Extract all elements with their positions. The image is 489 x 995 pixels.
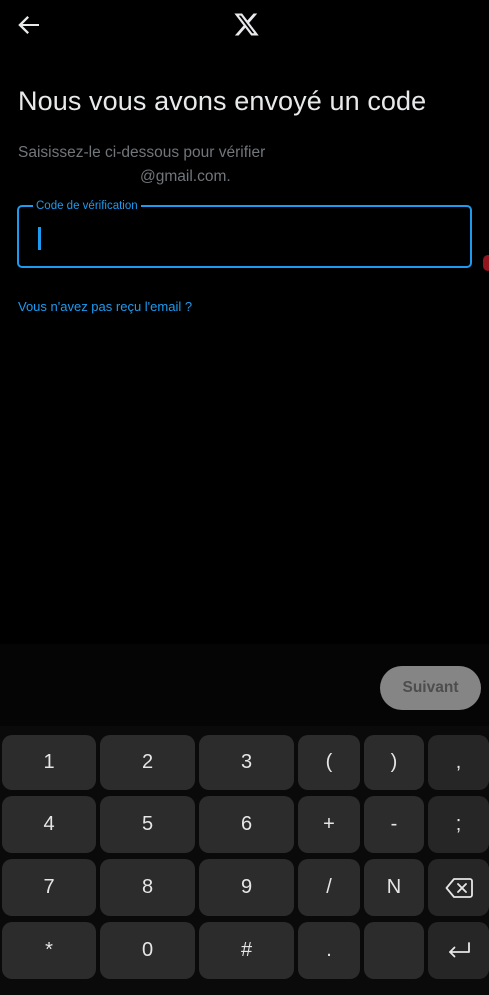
key-label: ): [390, 751, 398, 773]
key-close-paren[interactable]: ): [364, 735, 424, 790]
verification-code-field[interactable]: Code de vérification: [17, 199, 472, 268]
key-1[interactable]: 1: [2, 735, 96, 790]
key-7[interactable]: 7: [2, 859, 96, 916]
key-n[interactable]: N: [364, 859, 424, 916]
page-title: Nous vous avons envoyé un code: [18, 86, 427, 116]
email-address: @gmail.com.: [140, 168, 231, 185]
key-comma[interactable]: ,: [428, 735, 489, 790]
key-label: N: [386, 876, 402, 898]
instruction-text: Saisissez-le ci-dessous pour vérifier @g…: [18, 141, 458, 189]
key-label: /: [326, 876, 332, 898]
key-label: 3: [240, 751, 253, 773]
key-3[interactable]: 3: [199, 735, 294, 790]
key-8[interactable]: 8: [100, 859, 195, 916]
key-2[interactable]: 2: [100, 735, 195, 790]
x-logo-icon: [233, 11, 260, 38]
key-label: 9: [240, 876, 253, 898]
key-period[interactable]: .: [298, 922, 360, 979]
key-0[interactable]: 0: [100, 922, 195, 979]
enter-icon: [448, 941, 470, 957]
key-4[interactable]: 4: [2, 796, 96, 853]
key-label: *: [45, 939, 53, 961]
key-label: -: [390, 813, 398, 835]
key-label: .: [326, 939, 332, 961]
key-label: +: [323, 813, 335, 835]
key-label: ;: [455, 813, 462, 835]
key-label: 4: [43, 813, 55, 835]
key-6[interactable]: 6: [199, 796, 294, 853]
key-label: 1: [43, 751, 55, 773]
key-minus[interactable]: -: [364, 796, 424, 853]
resend-email-link[interactable]: Vous n'avez pas reçu l'email ?: [18, 299, 192, 314]
key-semicolon[interactable]: ;: [428, 796, 489, 853]
key-hash[interactable]: #: [199, 922, 294, 979]
instruction-line: Saisissez-le ci-dessous pour vérifier: [18, 144, 266, 161]
next-button[interactable]: Suivant: [380, 666, 481, 710]
key-asterisk[interactable]: *: [2, 922, 96, 979]
key-label: 8: [141, 876, 154, 898]
key-label: 0: [141, 939, 154, 961]
key-label: 7: [43, 876, 55, 898]
key-label: (: [325, 751, 333, 773]
key-label: 5: [141, 813, 154, 835]
key-label: #: [240, 939, 253, 961]
backspace-key[interactable]: [428, 859, 489, 916]
arrow-left-icon: [18, 16, 39, 34]
key-label: 2: [141, 751, 154, 773]
key-label: ,: [455, 751, 462, 773]
key-9[interactable]: 9: [199, 859, 294, 916]
edge-indicator: [483, 255, 489, 271]
back-button[interactable]: [14, 10, 44, 40]
key-slash[interactable]: /: [298, 859, 360, 916]
enter-key[interactable]: [428, 922, 489, 979]
key-5[interactable]: 5: [100, 796, 195, 853]
action-bar: Suivant: [0, 644, 489, 726]
numeric-keyboard: 1 2 3 ( ) , 4 5 6 + - ; 7 8 9 / N * 0 # …: [0, 726, 489, 995]
top-bar: [0, 0, 489, 52]
key-space[interactable]: [364, 922, 424, 979]
key-label: 6: [240, 813, 253, 835]
key-open-paren[interactable]: (: [298, 735, 360, 790]
verification-code-input[interactable]: [19, 207, 470, 266]
backspace-icon: [445, 877, 473, 898]
key-plus[interactable]: +: [298, 796, 360, 853]
